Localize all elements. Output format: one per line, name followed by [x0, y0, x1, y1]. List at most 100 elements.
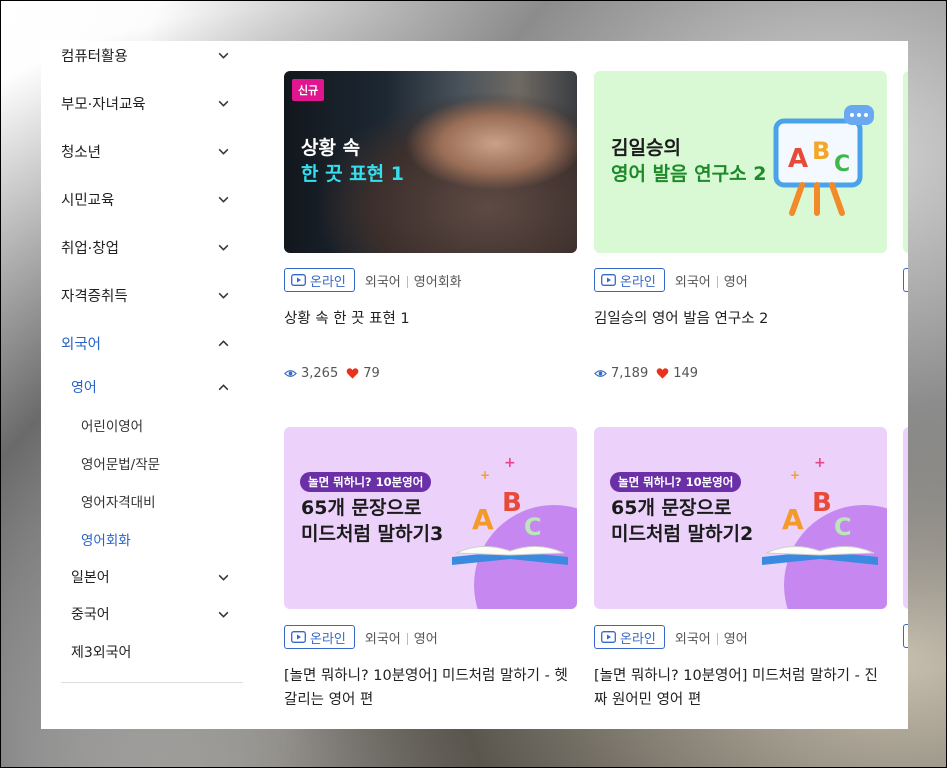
online-mode-badge[interactable]: 온라인 — [284, 268, 355, 292]
thumbnail-title-line2: 미드처럼 말하기2 — [611, 523, 754, 545]
svg-text:B: B — [812, 137, 830, 165]
course-title[interactable]: 상황 속 한 끗 표현 1 — [284, 307, 577, 331]
sidebar-leaf-english-cert[interactable]: 영어자격대비 — [81, 489, 231, 513]
sidebar-leaf-kids-english[interactable]: 어린이영어 — [81, 413, 231, 437]
course-meta: 온라인 외국어 영어 — [284, 624, 438, 650]
category-path: 외국어 영어 — [675, 271, 748, 290]
play-icon — [601, 631, 616, 643]
chevron-down-icon — [215, 191, 231, 207]
category-primary: 외국어 — [674, 274, 711, 290]
category-secondary: 영어 — [413, 631, 438, 647]
course-meta: 온라인 외국어 영어회화 — [284, 267, 462, 293]
course-title-line: [놀면 뭐하니? 10분영어] 미드처럼 말하기 - 진 — [594, 668, 878, 684]
sidebar-item-youth[interactable]: 청소년 — [61, 139, 231, 163]
category-secondary: 영어 — [723, 631, 748, 647]
sidebar-item-label: 취업·창업 — [61, 240, 119, 257]
thumbnail-title-line2: 미드처럼 말하기3 — [301, 523, 444, 545]
course-title-line: 갈리는 영어 편 — [284, 692, 374, 708]
course-title[interactable]: [놀면 뭐하니? 10분영어] 미드처럼 말하기 - 진 짜 원어민 영어 편 — [594, 664, 887, 712]
sidebar-item-computer[interactable]: 컴퓨터활용 — [61, 43, 231, 67]
course-thumbnail[interactable]: 신규 상황 속 한 끗 표현 1 — [284, 71, 577, 253]
course-title[interactable]: 김일승의 영어 발음 연구소 2 — [594, 307, 887, 331]
heart-icon — [346, 368, 359, 379]
course-thumbnail[interactable]: 놀면 뭐하니? 10분영어 65개 문장으로 미드처럼 말하기2 A B C +… — [594, 427, 887, 609]
new-badge: 신규 — [292, 79, 325, 101]
course-thumbnail[interactable]: 김일승의 영어 발음 연구소 2 A B C — [594, 71, 887, 253]
svg-text:+: + — [504, 455, 516, 471]
sidebar-leaf-conversation[interactable]: 영어회화 — [81, 527, 231, 551]
heart-icon — [656, 368, 669, 379]
next-online-badge-partial[interactable] — [903, 268, 908, 292]
chevron-up-icon — [215, 335, 231, 351]
sidebar-item-parenting[interactable]: 부모·자녀교육 — [61, 91, 231, 115]
thumbnail-title-line2: 영어 발음 연구소 2 — [611, 163, 767, 185]
sidebar-subitem-chinese[interactable]: 중국어 — [71, 602, 231, 626]
sidebar-subitem-third-language[interactable]: 제3외국어 — [71, 640, 231, 664]
sidebar-leaf-grammar[interactable]: 영어문법/작문 — [81, 451, 231, 475]
chevron-down-icon — [215, 143, 231, 159]
course-title[interactable]: [놀면 뭐하니? 10분영어] 미드처럼 말하기 - 헷 갈리는 영어 편 — [284, 664, 577, 712]
sidebar-item-label: 외국어 — [61, 336, 102, 353]
course-card[interactable]: 놀면 뭐하니? 10분영어 65개 문장으로 미드처럼 말하기2 A B C +… — [594, 427, 887, 729]
online-mode-badge[interactable]: 온라인 — [594, 625, 665, 649]
course-card[interactable]: 김일승의 영어 발음 연구소 2 A B C 온라인 외국어 영어 김일승의 영어… — [594, 71, 887, 401]
play-icon — [291, 631, 306, 643]
category-path: 외국어 영어회화 — [365, 271, 462, 290]
sidebar-item-label: 자격증취득 — [61, 288, 128, 305]
category-sidebar: 컴퓨터활용 부모·자녀교육 청소년 시민교육 취업·창업 자격증취득 외국어 영… — [41, 41, 243, 729]
book-abc-illustration: A B C + + — [762, 455, 887, 609]
course-title-line: [놀면 뭐하니? 10분영어] 미드처럼 말하기 - 헷 — [284, 668, 568, 684]
svg-text:A: A — [782, 503, 804, 536]
series-tag: 놀면 뭐하니? 10분영어 — [300, 472, 432, 492]
sidebar-item-label: 청소년 — [61, 144, 102, 161]
svg-text:B: B — [502, 488, 522, 518]
category-primary: 외국어 — [674, 631, 711, 647]
course-card[interactable]: 놀면 뭐하니? 10분영어 65개 문장으로 미드처럼 말하기3 A B C +… — [284, 427, 577, 729]
mode-label: 온라인 — [310, 631, 346, 647]
next-course-thumbnail-partial[interactable] — [903, 71, 908, 253]
view-count: 7,189 — [611, 366, 649, 381]
sidebar-item-label: 제3외국어 — [71, 645, 132, 661]
mode-label: 온라인 — [310, 274, 346, 290]
content-panel: 컴퓨터활용 부모·자녀교육 청소년 시민교육 취업·창업 자격증취득 외국어 영… — [41, 41, 908, 729]
online-mode-badge[interactable]: 온라인 — [594, 268, 665, 292]
sidebar-item-label: 영어 — [71, 380, 97, 396]
svg-text:C: C — [524, 513, 542, 541]
sidebar-subitem-english[interactable]: 영어 — [71, 375, 231, 399]
book-abc-illustration: A B C + + — [452, 455, 577, 609]
like-count: 149 — [673, 366, 699, 381]
category-primary: 외국어 — [364, 631, 401, 647]
series-tag: 놀면 뭐하니? 10분영어 — [610, 472, 742, 492]
course-thumbnail[interactable]: 놀면 뭐하니? 10분영어 65개 문장으로 미드처럼 말하기3 A B C +… — [284, 427, 577, 609]
sidebar-item-employment[interactable]: 취업·창업 — [61, 235, 231, 259]
sidebar-subitem-japanese[interactable]: 일본어 — [71, 565, 231, 589]
play-icon — [601, 274, 616, 286]
course-card[interactable]: 신규 상황 속 한 끗 표현 1 온라인 외국어 영어회화 상황 속 한 끗 표현… — [284, 71, 577, 401]
svg-text:C: C — [834, 152, 850, 177]
category-secondary: 영어 — [723, 274, 748, 290]
chevron-down-icon — [215, 287, 231, 303]
sidebar-divider — [61, 682, 243, 683]
course-meta: 온라인 외국어 영어 — [594, 624, 748, 650]
view-count: 3,265 — [301, 366, 339, 381]
chevron-down-icon — [215, 95, 231, 111]
svg-text:+: + — [814, 455, 826, 471]
sidebar-item-label: 부모·자녀교육 — [61, 96, 146, 113]
online-mode-badge[interactable]: 온라인 — [284, 625, 355, 649]
sidebar-item-label: 컴퓨터활용 — [61, 48, 128, 65]
sidebar-item-label: 시민교육 — [61, 192, 115, 209]
course-meta: 온라인 외국어 영어 — [594, 267, 748, 293]
svg-text:C: C — [834, 513, 852, 541]
sidebar-item-label: 일본어 — [71, 570, 110, 586]
play-icon — [291, 274, 306, 286]
next-online-badge-partial[interactable] — [903, 624, 908, 648]
sidebar-item-label: 어린이영어 — [81, 419, 144, 435]
mode-label: 온라인 — [620, 274, 656, 290]
sidebar-item-citizen[interactable]: 시민교육 — [61, 187, 231, 211]
sidebar-item-certificate[interactable]: 자격증취득 — [61, 283, 231, 307]
next-course-thumbnail-partial[interactable] — [903, 427, 908, 609]
sidebar-item-label: 영어문법/작문 — [81, 457, 161, 473]
eye-icon — [284, 370, 297, 377]
chevron-down-icon — [215, 606, 231, 622]
sidebar-item-foreign-language[interactable]: 외국어 — [61, 331, 231, 355]
